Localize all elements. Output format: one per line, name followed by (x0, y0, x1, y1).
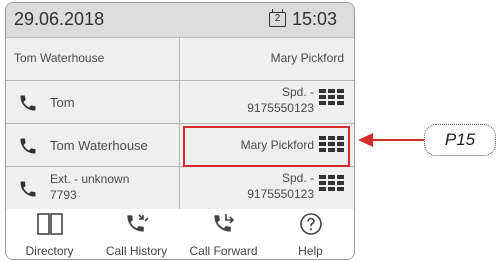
softkey-help[interactable]: Help (267, 209, 354, 259)
softkey-label: Help (298, 244, 323, 258)
softkey-bar: Directory Call History Call Forward Help (6, 209, 354, 259)
status-date: 29.06.2018 (14, 9, 105, 29)
phone-handset-icon (20, 95, 36, 111)
speed-dial-key[interactable]: Spd. - 9175550123 (180, 167, 354, 209)
book-icon (37, 213, 63, 235)
phone-handset-icon (20, 181, 36, 197)
key-label: Ext. - unknown (50, 172, 130, 186)
key-number: 7793 (50, 188, 77, 202)
key-label: Mary Pickford (240, 138, 314, 152)
contact-key-tom-waterhouse[interactable]: Tom Waterhouse (6, 124, 180, 166)
softkey-directory[interactable]: Directory (6, 209, 93, 259)
softkey-label: Directory (25, 244, 74, 258)
call-forward-icon (214, 214, 235, 232)
line-key-tom-waterhouse[interactable]: Tom Waterhouse (6, 38, 180, 80)
speed-dial-number: 9175550123 (247, 101, 314, 115)
speed-dial-key[interactable]: Spd. - 9175550123 (180, 81, 354, 123)
speed-dial-label: Spd. - (281, 171, 314, 185)
phone-display: 29.06.2018 2 15:03 Tom Waterhouse Mary P… (5, 2, 355, 260)
softkey-call-history[interactable]: Call History (93, 209, 180, 259)
key-label: Tom (50, 95, 75, 110)
key-label: Mary Pickford (270, 51, 344, 65)
key-row-3: Tom Waterhouse Mary Pickford (6, 124, 354, 167)
status-time: 15:03 (292, 9, 338, 29)
calendar-icon: 2 (269, 9, 286, 27)
help-icon (300, 213, 322, 235)
contact-key-ext-unknown[interactable]: Ext. - unknown 7793 (6, 167, 180, 209)
contact-key-mary-pickford[interactable]: Mary Pickford (180, 124, 354, 166)
key-row-2: Tom Spd. - 9175550123 (6, 81, 354, 124)
key-row-4: Ext. - unknown 7793 Spd. - 9175550123 (6, 167, 354, 210)
speed-dial-label: Spd. - (281, 85, 314, 99)
status-bar: 29.06.2018 2 15:03 (6, 3, 354, 38)
key-row-1: Tom Waterhouse Mary Pickford (6, 38, 354, 81)
call-history-icon (127, 214, 149, 232)
callout-arrow-line (372, 139, 424, 141)
speed-dial-number: 9175550123 (247, 187, 314, 201)
keypad-grid-icon (319, 89, 344, 105)
contact-key-tom[interactable]: Tom (6, 81, 180, 123)
softkey-label: Call Forward (189, 244, 258, 258)
keypad-grid-icon (319, 175, 344, 191)
softkey-call-forward[interactable]: Call Forward (180, 209, 267, 259)
key-label: Tom Waterhouse (14, 51, 105, 65)
phone-handset-icon (20, 138, 36, 154)
callout-arrow-icon (358, 133, 373, 147)
keypad-grid-icon (319, 136, 344, 152)
line-key-mary-pickford[interactable]: Mary Pickford (180, 38, 354, 80)
softkey-label: Call History (105, 244, 168, 258)
key-label: Tom Waterhouse (50, 138, 148, 153)
callout-label: P15 (424, 124, 496, 156)
